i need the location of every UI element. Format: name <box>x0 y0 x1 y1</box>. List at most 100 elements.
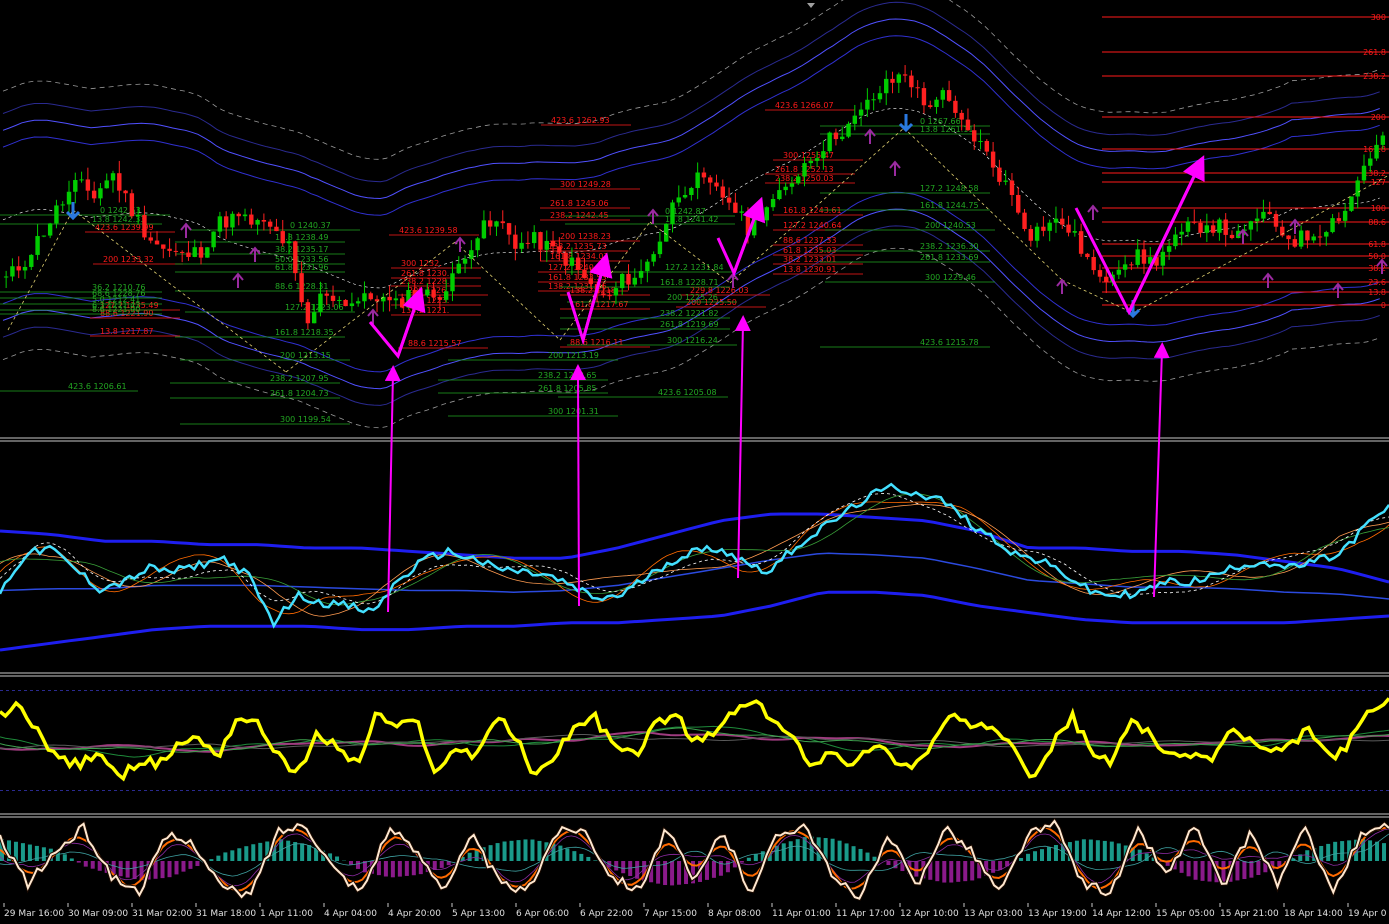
candle-body <box>639 271 643 278</box>
histogram-bar <box>970 861 974 880</box>
histogram-bar <box>244 846 248 861</box>
candle-body <box>123 191 127 194</box>
histogram-bar <box>174 861 178 874</box>
fib-label-red: 200 1233.32 <box>103 255 154 264</box>
candle-body <box>1085 254 1089 257</box>
candle-body <box>538 232 542 250</box>
candle-body <box>117 173 121 190</box>
candle-body <box>1091 257 1095 270</box>
histogram-bar <box>28 845 32 861</box>
candle-body <box>846 124 850 137</box>
candle-body <box>991 152 995 168</box>
candle-body <box>105 180 109 188</box>
candle-body <box>1066 225 1070 233</box>
candle-body <box>658 242 662 255</box>
histogram-bar <box>998 861 1002 870</box>
candle-body <box>966 120 970 131</box>
candle-body <box>1349 196 1353 210</box>
candle-body <box>61 204 65 205</box>
x-tick-label: 8 Apr 08:00 <box>708 909 761 919</box>
histogram-bar <box>866 853 870 861</box>
histogram-bar <box>349 861 353 865</box>
candle-body <box>897 74 901 82</box>
candle-body <box>1029 229 1033 241</box>
fib-level-label: 261.8 <box>1363 48 1386 57</box>
candle-body <box>48 223 52 235</box>
candle-body <box>1035 227 1039 241</box>
fib-label-green: 200 1213.19 <box>548 351 599 360</box>
fib-label-red: 423.6 1239.58 <box>399 226 458 235</box>
candle-body <box>369 293 373 299</box>
candle-body <box>17 266 21 270</box>
histogram-bar <box>859 849 863 861</box>
candle-body <box>457 264 461 274</box>
x-tick-label: 6 Apr 06:00 <box>516 909 569 919</box>
histogram-bar <box>1256 861 1260 875</box>
candle-body <box>1010 181 1014 195</box>
histogram-bar <box>181 861 185 872</box>
candle-body <box>507 223 511 234</box>
histogram-bar <box>914 861 918 877</box>
histogram-bar <box>1382 843 1386 861</box>
fib-label-green: 300 1229.46 <box>925 273 976 282</box>
histogram-bar <box>956 861 960 882</box>
histogram-bar <box>1249 861 1253 878</box>
candle-body <box>136 215 140 216</box>
candle-body <box>1274 214 1278 227</box>
candle-body <box>633 278 637 285</box>
candle-body <box>551 241 555 246</box>
histogram-bar <box>91 861 95 869</box>
candle-body <box>463 259 467 264</box>
candle-body <box>1343 211 1347 221</box>
histogram-bar <box>628 861 632 876</box>
candle-body <box>268 222 272 227</box>
candle-body <box>255 220 259 225</box>
candle-body <box>1217 220 1221 233</box>
candle-body <box>262 220 266 222</box>
candle-body <box>1073 231 1077 233</box>
fib-label-green: 5.0 1212.41 <box>92 295 140 304</box>
histogram-bar <box>70 858 74 861</box>
histogram-bar <box>712 861 716 878</box>
candle-body <box>1098 270 1102 277</box>
candle-body <box>1047 223 1051 231</box>
histogram-bar <box>1138 850 1142 861</box>
histogram-bar <box>1242 861 1246 879</box>
candle-body <box>1230 235 1234 238</box>
histogram-bar <box>412 861 416 875</box>
trading-chart: 300261.8238.2200161.8138.212710088.661.8… <box>0 0 1389 920</box>
candle-body <box>325 294 329 296</box>
fib-label-green: 161.8 1228.71 <box>660 278 719 287</box>
fib-level-label: 50.0 <box>1368 252 1386 261</box>
candle-body <box>771 199 775 207</box>
candle-body <box>997 168 1001 182</box>
histogram-bar <box>586 857 590 861</box>
histogram-bar <box>1208 861 1212 882</box>
histogram-bar <box>300 843 304 861</box>
candle-body <box>73 180 77 192</box>
candle-body <box>947 90 951 101</box>
candle-body <box>35 236 39 255</box>
candle-body <box>783 187 787 190</box>
fib-label-green: 200 1225.26 <box>667 293 718 302</box>
candle-body <box>978 141 982 142</box>
candle-body <box>1079 231 1083 254</box>
candle-body <box>721 186 725 197</box>
candle-body <box>765 207 769 220</box>
candle-body <box>532 232 536 243</box>
candle-body <box>1016 195 1020 213</box>
fib-label-green: 423.6 1205.08 <box>658 388 717 397</box>
candle-body <box>790 183 794 186</box>
histogram-bar <box>237 848 241 861</box>
candle-body <box>614 288 618 295</box>
candle-body <box>249 215 253 225</box>
candle-body <box>821 151 825 158</box>
candle-body <box>928 105 932 107</box>
candle-body <box>1117 270 1121 275</box>
histogram-bar <box>949 861 953 883</box>
candle-body <box>827 133 831 152</box>
fib-level-label: 100 <box>1371 204 1386 213</box>
candle-body <box>909 76 913 88</box>
candle-body <box>287 241 291 243</box>
candle-body <box>1142 249 1146 263</box>
